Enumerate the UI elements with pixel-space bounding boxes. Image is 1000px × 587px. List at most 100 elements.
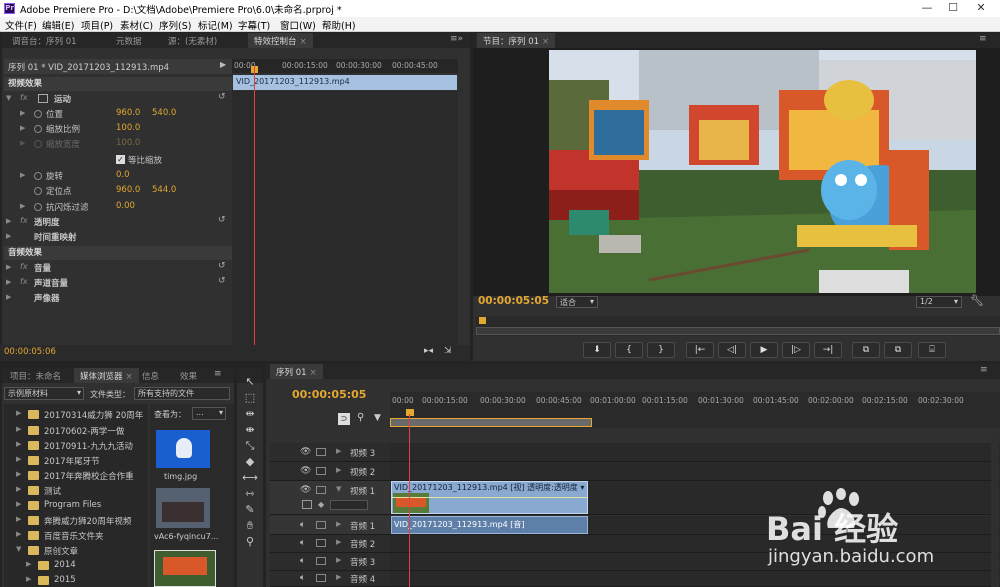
go-to-in-button[interactable]: |← <box>686 342 714 358</box>
expand-triangle-icon[interactable]: ▶ <box>336 573 341 581</box>
fx-icon[interactable]: fx <box>20 262 28 271</box>
resolution-dropdown[interactable]: 1/2 ▾ <box>916 296 962 308</box>
stopwatch-icon[interactable] <box>34 187 42 195</box>
menu-edit[interactable]: 编辑(E) <box>42 18 74 32</box>
add-marker-button[interactable]: ⬇ <box>583 342 611 358</box>
panner-row[interactable]: ▶ 声像器 <box>4 291 232 306</box>
lift-button[interactable]: ⧉ <box>852 342 880 358</box>
anchor-row[interactable]: 定位点 960.0 544.0 <box>4 184 232 199</box>
reset-icon[interactable]: ↺ <box>218 215 226 225</box>
stopwatch-icon[interactable] <box>34 203 42 211</box>
close-tab-icon[interactable]: × <box>300 37 307 47</box>
rate-stretch-tool-icon[interactable]: ⤡ <box>241 438 259 454</box>
play-only-icon[interactable]: ▶ <box>220 60 226 69</box>
motion-row[interactable]: ▼ fx 运动 ↺ <box>4 92 232 107</box>
tab-info[interactable]: 信息 <box>136 368 165 383</box>
volume-row[interactable]: ▶ fx 音量 ↺ <box>4 261 232 276</box>
uniform-scale-row[interactable]: ✓ 等比缩放 <box>4 153 232 168</box>
eye-icon[interactable]: 👁︎ <box>300 447 311 457</box>
menu-window[interactable]: 窗口(W) <box>280 18 316 32</box>
reset-icon[interactable]: ↺ <box>218 92 226 102</box>
mark-in-button[interactable]: { <box>615 342 643 358</box>
scale-value[interactable]: 100.0 <box>116 123 140 133</box>
ec-keyframe-area[interactable] <box>232 91 458 346</box>
channel-volume-row[interactable]: ▶ fx 声道音量 ↺ <box>4 276 232 291</box>
expand-triangle-icon[interactable]: ▶ <box>16 530 21 538</box>
expand-triangle-icon[interactable]: ▶ <box>16 485 21 493</box>
timeline-timecode[interactable]: 00:00:05:05 <box>292 388 366 401</box>
expand-triangle-icon[interactable]: ▶ <box>26 560 31 568</box>
ec-time-ruler[interactable]: 00:00 00:00:15:00 00:00:30:00 00:00:45:0… <box>232 59 458 73</box>
tab-effect-controls[interactable]: 特效控制台 × <box>248 33 313 48</box>
extract-button[interactable]: ⧉ <box>884 342 912 358</box>
opacity-row[interactable]: ▶ fx 透明度 ↺ <box>4 215 232 230</box>
video-clip[interactable]: VID_20171203_112913.mp4 [视] 透明度:透明度 ▾ <box>391 481 588 514</box>
expand-triangle-icon[interactable]: ▶ <box>16 440 21 448</box>
ec-clip-bar[interactable]: VID_20171203_112913.mp4 <box>233 75 457 90</box>
expand-triangle-icon[interactable]: ▶ <box>20 202 25 210</box>
selection-tool-icon[interactable]: ↖ <box>241 374 259 390</box>
eye-icon[interactable]: 👁︎ <box>300 466 311 476</box>
ripple-edit-tool-icon[interactable]: ⇹ <box>241 406 259 422</box>
position-row[interactable]: ▶ 位置 960.0 540.0 <box>4 107 232 122</box>
ec-timecode[interactable]: 00:00:05:06 <box>4 347 56 357</box>
expand-triangle-icon[interactable]: ▶ <box>6 217 11 225</box>
expand-triangle-icon[interactable]: ▶ <box>16 455 21 463</box>
anchor-x-value[interactable]: 960.0 <box>116 185 140 195</box>
expand-triangle-icon[interactable]: ▶ <box>16 409 21 417</box>
thumbnail-timg[interactable] <box>156 430 210 468</box>
close-tab-icon[interactable]: × <box>126 372 133 382</box>
menu-help[interactable]: 帮助(H) <box>322 18 356 32</box>
panel-menu-icon[interactable]: ≡» <box>450 34 463 44</box>
tab-audio-mixer[interactable]: 调音台：序列 01 <box>6 33 83 48</box>
menu-clip[interactable]: 素材(C) <box>120 18 153 32</box>
sync-lock-icon[interactable] <box>316 539 326 547</box>
mark-out-button[interactable]: } <box>647 342 675 358</box>
slide-tool-icon[interactable]: ⇿ <box>241 486 259 502</box>
close-button[interactable]: ✕ <box>972 1 990 15</box>
expand-triangle-icon[interactable]: ▶ <box>336 447 341 455</box>
close-tab-icon[interactable]: × <box>310 368 317 378</box>
location-dropdown[interactable]: 示例原材料 ▾ <box>4 387 84 400</box>
fit-dropdown[interactable]: 适合 ▾ <box>556 296 598 308</box>
rotation-value[interactable]: 0.0 <box>116 170 130 180</box>
menu-marker[interactable]: 标记(M) <box>198 18 233 32</box>
expand-triangle-icon[interactable]: ▼ <box>16 545 21 553</box>
render-icon[interactable]: ▸◂ <box>424 346 433 356</box>
expand-triangle-icon[interactable]: ▶ <box>20 124 25 132</box>
minimize-button[interactable]: — <box>918 1 936 15</box>
tab-sequence-01[interactable]: 序列 01 × <box>270 364 323 379</box>
export-icon[interactable]: ⇲ <box>444 346 452 356</box>
opacity-rubber-band[interactable] <box>392 497 587 498</box>
expand-triangle-icon[interactable]: ▼ <box>6 94 11 102</box>
file-type-dropdown[interactable]: 所有支持的文件 <box>134 387 230 400</box>
sync-lock-icon[interactable] <box>316 486 326 494</box>
anti-flicker-row[interactable]: ▶ 抗闪烁过滤 0.00 <box>4 200 232 215</box>
view-as-dropdown[interactable]: ... ▾ <box>192 407 226 420</box>
razor-tool-icon[interactable]: ◆ <box>241 454 259 470</box>
expand-triangle-icon[interactable]: ▶ <box>336 520 341 528</box>
expand-triangle-icon[interactable]: ▶ <box>336 538 341 546</box>
expand-triangle-icon[interactable]: ▶ <box>6 263 11 271</box>
program-timecode[interactable]: 00:00:05:05 <box>478 295 549 307</box>
sync-lock-icon[interactable] <box>316 467 326 475</box>
expand-triangle-icon[interactable]: ▶ <box>20 171 25 179</box>
timeline-playhead-marker[interactable] <box>406 409 414 416</box>
rotation-row[interactable]: ▶ 旋转 0.0 <box>4 169 232 184</box>
menu-sequence[interactable]: 序列(S) <box>159 18 191 32</box>
expand-triangle-icon[interactable]: ▶ <box>16 470 21 478</box>
set-marker-icon[interactable]: ⚲ <box>357 412 364 423</box>
menu-file[interactable]: 文件(F) <box>5 18 37 32</box>
add-marker-icon[interactable]: ▼ <box>374 413 381 423</box>
program-playhead-marker[interactable] <box>479 317 486 324</box>
expand-triangle-icon[interactable]: ▼ <box>336 485 341 493</box>
tab-effects[interactable]: 效果 <box>174 368 203 383</box>
anchor-y-value[interactable]: 544.0 <box>152 185 176 195</box>
display-style-icon[interactable] <box>302 500 312 509</box>
anti-flicker-value[interactable]: 0.00 <box>116 201 135 211</box>
expand-triangle-icon[interactable]: ▶ <box>6 293 11 301</box>
close-tab-icon[interactable]: × <box>542 37 549 47</box>
speaker-icon[interactable]: 🔈︎ <box>300 573 305 583</box>
rolling-edit-tool-icon[interactable]: ⇼ <box>241 422 259 438</box>
panel-menu-icon[interactable]: ≡ <box>979 34 987 44</box>
